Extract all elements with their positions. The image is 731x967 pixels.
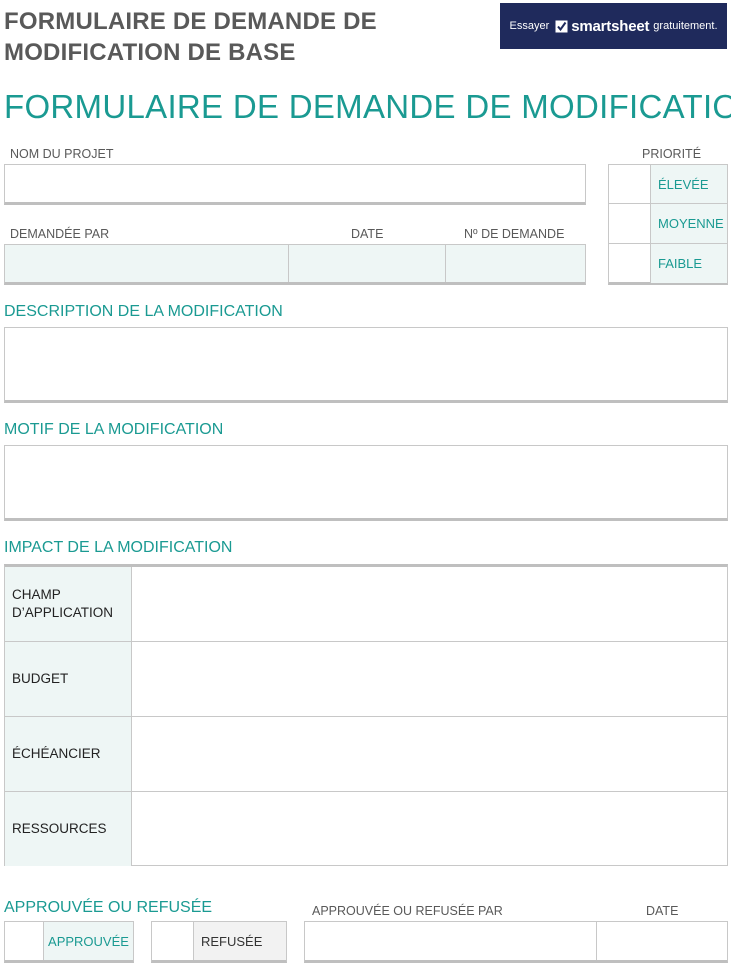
refused-label: REFUSÉE — [194, 922, 286, 960]
impact-heading: IMPACT DE LA MODIFICATION — [4, 539, 233, 556]
priority-label: PRIORITÉ — [642, 147, 702, 161]
impact-row: BUDGET — [5, 642, 727, 717]
priority-option[interactable]: ÉLEVÉE — [609, 165, 727, 204]
impact-label-budget: BUDGET — [5, 642, 132, 716]
approved-label: APPROUVÉE — [44, 922, 133, 960]
impact-row: ÉCHÉANCIER — [5, 717, 727, 792]
priority-label-medium: MOYENNE — [651, 204, 727, 243]
smartsheet-trial-banner[interactable]: Essayer smartsheet gratuitement. — [500, 3, 727, 49]
priority-option[interactable]: MOYENNE — [609, 204, 727, 244]
requested-by-field[interactable] — [5, 245, 289, 282]
impact-value-resources[interactable] — [132, 792, 727, 866]
approved-by-field[interactable] — [305, 922, 597, 960]
date-label: DATE — [351, 227, 384, 241]
priority-table: ÉLEVÉE MOYENNE FAIBLE — [608, 164, 728, 285]
priority-label-high: ÉLEVÉE — [651, 165, 727, 203]
impact-row: RESSOURCES — [5, 792, 727, 866]
priority-label-low: FAIBLE — [651, 244, 727, 283]
priority-checkbox-low[interactable] — [609, 244, 651, 283]
date-field[interactable] — [289, 245, 446, 282]
impact-value-schedule[interactable] — [132, 717, 727, 791]
impact-label-schedule: ÉCHÉANCIER — [5, 717, 132, 791]
approval-date-label: DATE — [646, 904, 679, 918]
priority-checkbox-high[interactable] — [609, 165, 651, 203]
approved-checkbox[interactable] — [5, 922, 44, 960]
reason-heading: MOTIF DE LA MODIFICATION — [4, 421, 224, 438]
request-number-field[interactable] — [446, 245, 585, 282]
approval-heading: APPROUVÉE OU REFUSÉE — [4, 899, 213, 916]
approval-signature-row — [304, 921, 728, 963]
document-title: FORMULAIRE DE DEMANDE DE MODIFICATION DE… — [4, 6, 424, 68]
banner-suffix: gratuitement. — [653, 20, 718, 32]
priority-checkbox-medium[interactable] — [609, 204, 651, 243]
project-name-field[interactable] — [4, 164, 586, 205]
project-name-label: NOM DU PROJET — [10, 147, 114, 161]
priority-option[interactable]: FAIBLE — [609, 244, 727, 283]
request-info-row — [4, 244, 586, 285]
smartsheet-check-icon — [555, 20, 568, 32]
description-field[interactable] — [4, 327, 728, 403]
impact-label-scope: CHAMP D’APPLICATION — [5, 567, 132, 641]
refused-checkbox[interactable] — [152, 922, 194, 960]
impact-label-resources: RESSOURCES — [5, 792, 132, 866]
description-heading: DESCRIPTION DE LA MODIFICATION — [4, 303, 283, 320]
banner-brand: smartsheet — [571, 17, 650, 35]
refused-option[interactable]: REFUSÉE — [151, 921, 287, 963]
requested-by-label: DEMANDÉE PAR — [10, 227, 110, 241]
impact-value-budget[interactable] — [132, 642, 727, 716]
document-title-line-2: MODIFICATION DE BASE — [4, 39, 296, 66]
approval-date-field[interactable] — [597, 922, 727, 960]
document-title-line-1: FORMULAIRE DE DEMANDE DE — [4, 8, 377, 35]
approved-option[interactable]: APPROUVÉE — [4, 921, 134, 963]
impact-value-scope[interactable] — [132, 567, 727, 641]
form-title: FORMULAIRE DE DEMANDE DE MODIFICATION — [4, 88, 731, 125]
impact-table: CHAMP D’APPLICATION BUDGET ÉCHÉANCIER RE… — [4, 564, 728, 866]
approved-by-label: APPROUVÉE OU REFUSÉE PAR — [312, 904, 503, 918]
request-number-label: Nº DE DEMANDE — [464, 227, 565, 241]
banner-prefix: Essayer — [509, 20, 550, 32]
impact-row: CHAMP D’APPLICATION — [5, 567, 727, 642]
reason-field[interactable] — [4, 445, 728, 521]
